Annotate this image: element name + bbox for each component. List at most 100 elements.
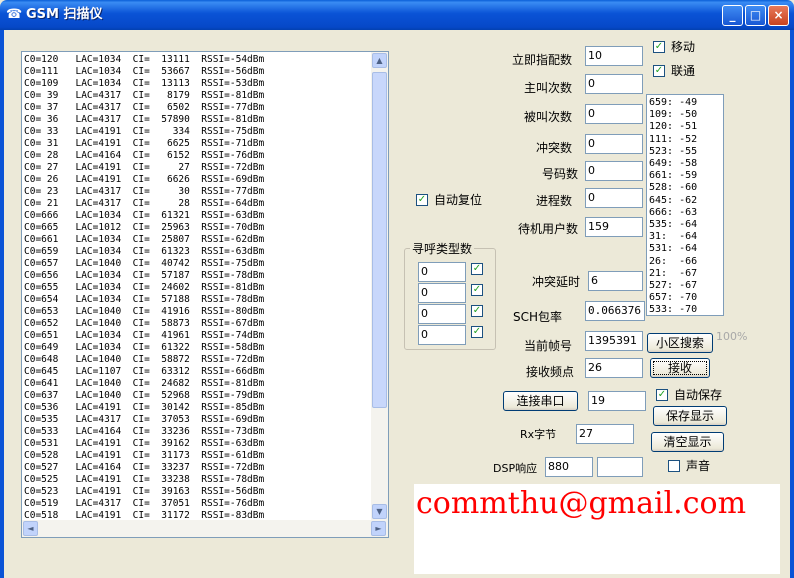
dsp-response-field-2[interactable] — [597, 457, 643, 477]
cell-list-item[interactable]: C0=637 LAC=1040 CI= 52968 RSSI=-79dBm — [24, 390, 264, 402]
rssi-list-item[interactable]: 26: -66 — [649, 256, 697, 268]
title-bar[interactable]: ☎ GSM 扫描仪 _ □ × — [0, 0, 794, 30]
call-type-field-3[interactable]: 0 — [418, 304, 466, 324]
cell-list-item[interactable]: C0=649 LAC=1034 CI= 61322 RSSI=-58dBm — [24, 342, 264, 354]
number-count-field[interactable]: 0 — [585, 161, 643, 181]
rssi-list-item[interactable]: 528: -60 — [649, 182, 697, 194]
cell-list-item[interactable]: C0=535 LAC=4317 CI= 37053 RSSI=-69dBm — [24, 414, 264, 426]
unicom-checkbox[interactable]: ✓ — [653, 65, 665, 77]
sound-checkbox[interactable]: ✓ — [668, 460, 680, 472]
cell-list-item[interactable]: C0=533 LAC=4164 CI= 33236 RSSI=-73dBm — [24, 426, 264, 438]
save-display-button[interactable]: 保存显示 — [653, 406, 727, 426]
call-type-checkbox-2[interactable]: ✓ — [471, 284, 483, 296]
call-type-field-2[interactable]: 0 — [418, 283, 466, 303]
cell-list-item[interactable]: C0=654 LAC=1034 CI= 57188 RSSI=-78dBm — [24, 294, 264, 306]
cell-list-item[interactable]: C0=657 LAC=1040 CI= 40742 RSSI=-75dBm — [24, 258, 264, 270]
current-frame-field[interactable]: 1395391 — [585, 331, 643, 351]
cell-list-item[interactable]: C0=527 LAC=4164 CI= 33237 RSSI=-72dBm — [24, 462, 264, 474]
connect-serial-button[interactable]: 连接串口 — [503, 391, 578, 411]
rssi-list-item[interactable]: 109: -50 — [649, 109, 697, 121]
clear-display-button[interactable]: 清空显示 — [651, 432, 724, 452]
cell-list-item[interactable]: C0=109 LAC=1034 CI= 13113 RSSI=-53dBm — [24, 78, 264, 90]
cell-list-item[interactable]: C0= 21 LAC=4317 CI= 28 RSSI=-64dBm — [24, 198, 264, 210]
cell-list-item[interactable]: C0=665 LAC=1012 CI= 25963 RSSI=-70dBm — [24, 222, 264, 234]
cell-list-item[interactable]: C0=536 LAC=4191 CI= 30142 RSSI=-85dBm — [24, 402, 264, 414]
cell-list-item[interactable]: C0=111 LAC=1034 CI= 53667 RSSI=-56dBm — [24, 66, 264, 78]
rssi-list-item[interactable]: 659: -49 — [649, 97, 697, 109]
cell-search-button[interactable]: 小区搜索 — [647, 333, 713, 353]
call-type-field-4[interactable]: 0 — [418, 325, 466, 345]
rssi-list[interactable]: 659: -49 109: -50 120: -51 111: -52 523: -55… — [646, 94, 724, 316]
mobile-checkbox[interactable]: ✓ — [653, 41, 665, 53]
called-count-field[interactable]: 0 — [585, 104, 643, 124]
idle-users-field[interactable]: 159 — [585, 217, 643, 237]
cell-list-item[interactable]: C0=645 LAC=1107 CI= 63312 RSSI=-66dBm — [24, 366, 264, 378]
receive-button[interactable]: 接收 — [650, 358, 710, 378]
cell-list-item[interactable]: C0=655 LAC=1034 CI= 24602 RSSI=-81dBm — [24, 282, 264, 294]
cell-list-item[interactable]: C0=531 LAC=4191 CI= 39162 RSSI=-63dBm — [24, 438, 264, 450]
call-type-field-1[interactable]: 0 — [418, 262, 466, 282]
rssi-list-item[interactable]: 661: -59 — [649, 170, 697, 182]
rssi-list-item[interactable]: 531: -64 — [649, 243, 697, 255]
cell-list-item[interactable]: C0=525 LAC=4191 CI= 33238 RSSI=-78dBm — [24, 474, 264, 486]
cell-list[interactable]: C0=120 LAC=1034 CI= 13111 RSSI=-54dBm C0=… — [21, 51, 389, 538]
rssi-list-item[interactable]: 31: -64 — [649, 231, 697, 243]
call-type-checkbox-1[interactable]: ✓ — [471, 263, 483, 275]
scroll-right-button[interactable]: ► — [371, 521, 386, 536]
cell-list-item[interactable]: C0=659 LAC=1034 CI= 61323 RSSI=-63dBm — [24, 246, 264, 258]
rssi-list-item[interactable]: 645: -62 — [649, 195, 697, 207]
scroll-down-button[interactable]: ▼ — [372, 504, 387, 519]
cell-list-item[interactable]: C0=648 LAC=1040 CI= 58872 RSSI=-72dBm — [24, 354, 264, 366]
rssi-list-item[interactable]: 527: -67 — [649, 280, 697, 292]
rx-freq-field[interactable]: 26 — [585, 358, 643, 378]
cell-list-item[interactable]: C0=523 LAC=4191 CI= 39163 RSSI=-56dBm — [24, 486, 264, 498]
rssi-list-item[interactable]: 111: -52 — [649, 134, 697, 146]
scroll-left-button[interactable]: ◄ — [23, 521, 38, 536]
call-type-checkbox-3[interactable]: ✓ — [471, 305, 483, 317]
cell-list-item[interactable]: C0=641 LAC=1040 CI= 24682 RSSI=-81dBm — [24, 378, 264, 390]
cell-list-item[interactable]: C0= 23 LAC=4317 CI= 30 RSSI=-77dBm — [24, 186, 264, 198]
cell-list-item[interactable]: C0=120 LAC=1034 CI= 13111 RSSI=-54dBm — [24, 54, 264, 66]
cell-list-item[interactable]: C0= 37 LAC=4317 CI= 6502 RSSI=-77dBm — [24, 102, 264, 114]
cell-list-item[interactable]: C0=656 LAC=1034 CI= 57187 RSSI=-78dBm — [24, 270, 264, 282]
cell-list-item[interactable]: C0=653 LAC=1040 CI= 41916 RSSI=-80dBm — [24, 306, 264, 318]
rssi-list-item[interactable]: 533: -70 — [649, 304, 697, 316]
cell-list-item[interactable]: C0=652 LAC=1040 CI= 58873 RSSI=-67dBm — [24, 318, 264, 330]
call-type-checkbox-4[interactable]: ✓ — [471, 326, 483, 338]
cell-list-item[interactable]: C0= 39 LAC=4317 CI= 8179 RSSI=-81dBm — [24, 90, 264, 102]
immediate-assign-field[interactable]: 10 — [585, 46, 643, 66]
rssi-list-item[interactable]: 535: -64 — [649, 219, 697, 231]
scroll-up-button[interactable]: ▲ — [372, 53, 387, 68]
cell-list-item[interactable]: C0= 26 LAC=4191 CI= 6626 RSSI=-69dBm — [24, 174, 264, 186]
cell-list-item[interactable]: C0=528 LAC=4191 CI= 31173 RSSI=-61dBm — [24, 450, 264, 462]
conflict-delay-field[interactable]: 6 — [588, 271, 643, 291]
cell-list-item[interactable]: C0= 33 LAC=4191 CI= 334 RSSI=-75dBm — [24, 126, 264, 138]
cell-list-item[interactable]: C0=519 LAC=4317 CI= 37051 RSSI=-76dBm — [24, 498, 264, 510]
auto-reset-checkbox[interactable]: ✓ — [416, 194, 428, 206]
minimize-button[interactable]: _ — [722, 5, 743, 26]
cell-list-item[interactable]: C0= 27 LAC=4191 CI= 27 RSSI=-72dBm — [24, 162, 264, 174]
close-button[interactable]: × — [768, 5, 789, 26]
cell-list-item[interactable]: C0=666 LAC=1034 CI= 61321 RSSI=-63dBm — [24, 210, 264, 222]
scroll-thumb[interactable] — [372, 72, 387, 408]
rssi-list-item[interactable]: 666: -63 — [649, 207, 697, 219]
rssi-list-item[interactable]: 649: -58 — [649, 158, 697, 170]
maximize-button[interactable]: □ — [745, 5, 766, 26]
cell-list-item[interactable]: C0= 36 LAC=4317 CI= 57890 RSSI=-81dBm — [24, 114, 264, 126]
auto-save-checkbox[interactable]: ✓ — [656, 389, 668, 401]
cell-list-item[interactable]: C0=661 LAC=1034 CI= 25807 RSSI=-62dBm — [24, 234, 264, 246]
horizontal-scrollbar[interactable]: ◄ ► — [22, 520, 388, 537]
dsp-response-field[interactable]: 880 — [545, 457, 593, 477]
cell-list-item[interactable]: C0= 28 LAC=4164 CI= 6152 RSSI=-76dBm — [24, 150, 264, 162]
rssi-list-item[interactable]: 120: -51 — [649, 121, 697, 133]
vertical-scrollbar[interactable]: ▲ ▼ — [371, 52, 388, 520]
cell-list-item[interactable]: C0= 31 LAC=4191 CI= 6625 RSSI=-71dBm — [24, 138, 264, 150]
calling-count-field[interactable]: 0 — [585, 74, 643, 94]
rx-bytes-field[interactable]: 27 — [576, 424, 634, 444]
serial-port-field[interactable]: 19 — [588, 391, 646, 411]
cell-list-item[interactable]: C0=651 LAC=1034 CI= 41961 RSSI=-74dBm — [24, 330, 264, 342]
rssi-list-item[interactable]: 21: -67 — [649, 268, 697, 280]
process-count-field[interactable]: 0 — [585, 188, 643, 208]
sch-rate-field[interactable]: 0.066376 — [585, 301, 645, 321]
rssi-list-item[interactable]: 657: -70 — [649, 292, 697, 304]
